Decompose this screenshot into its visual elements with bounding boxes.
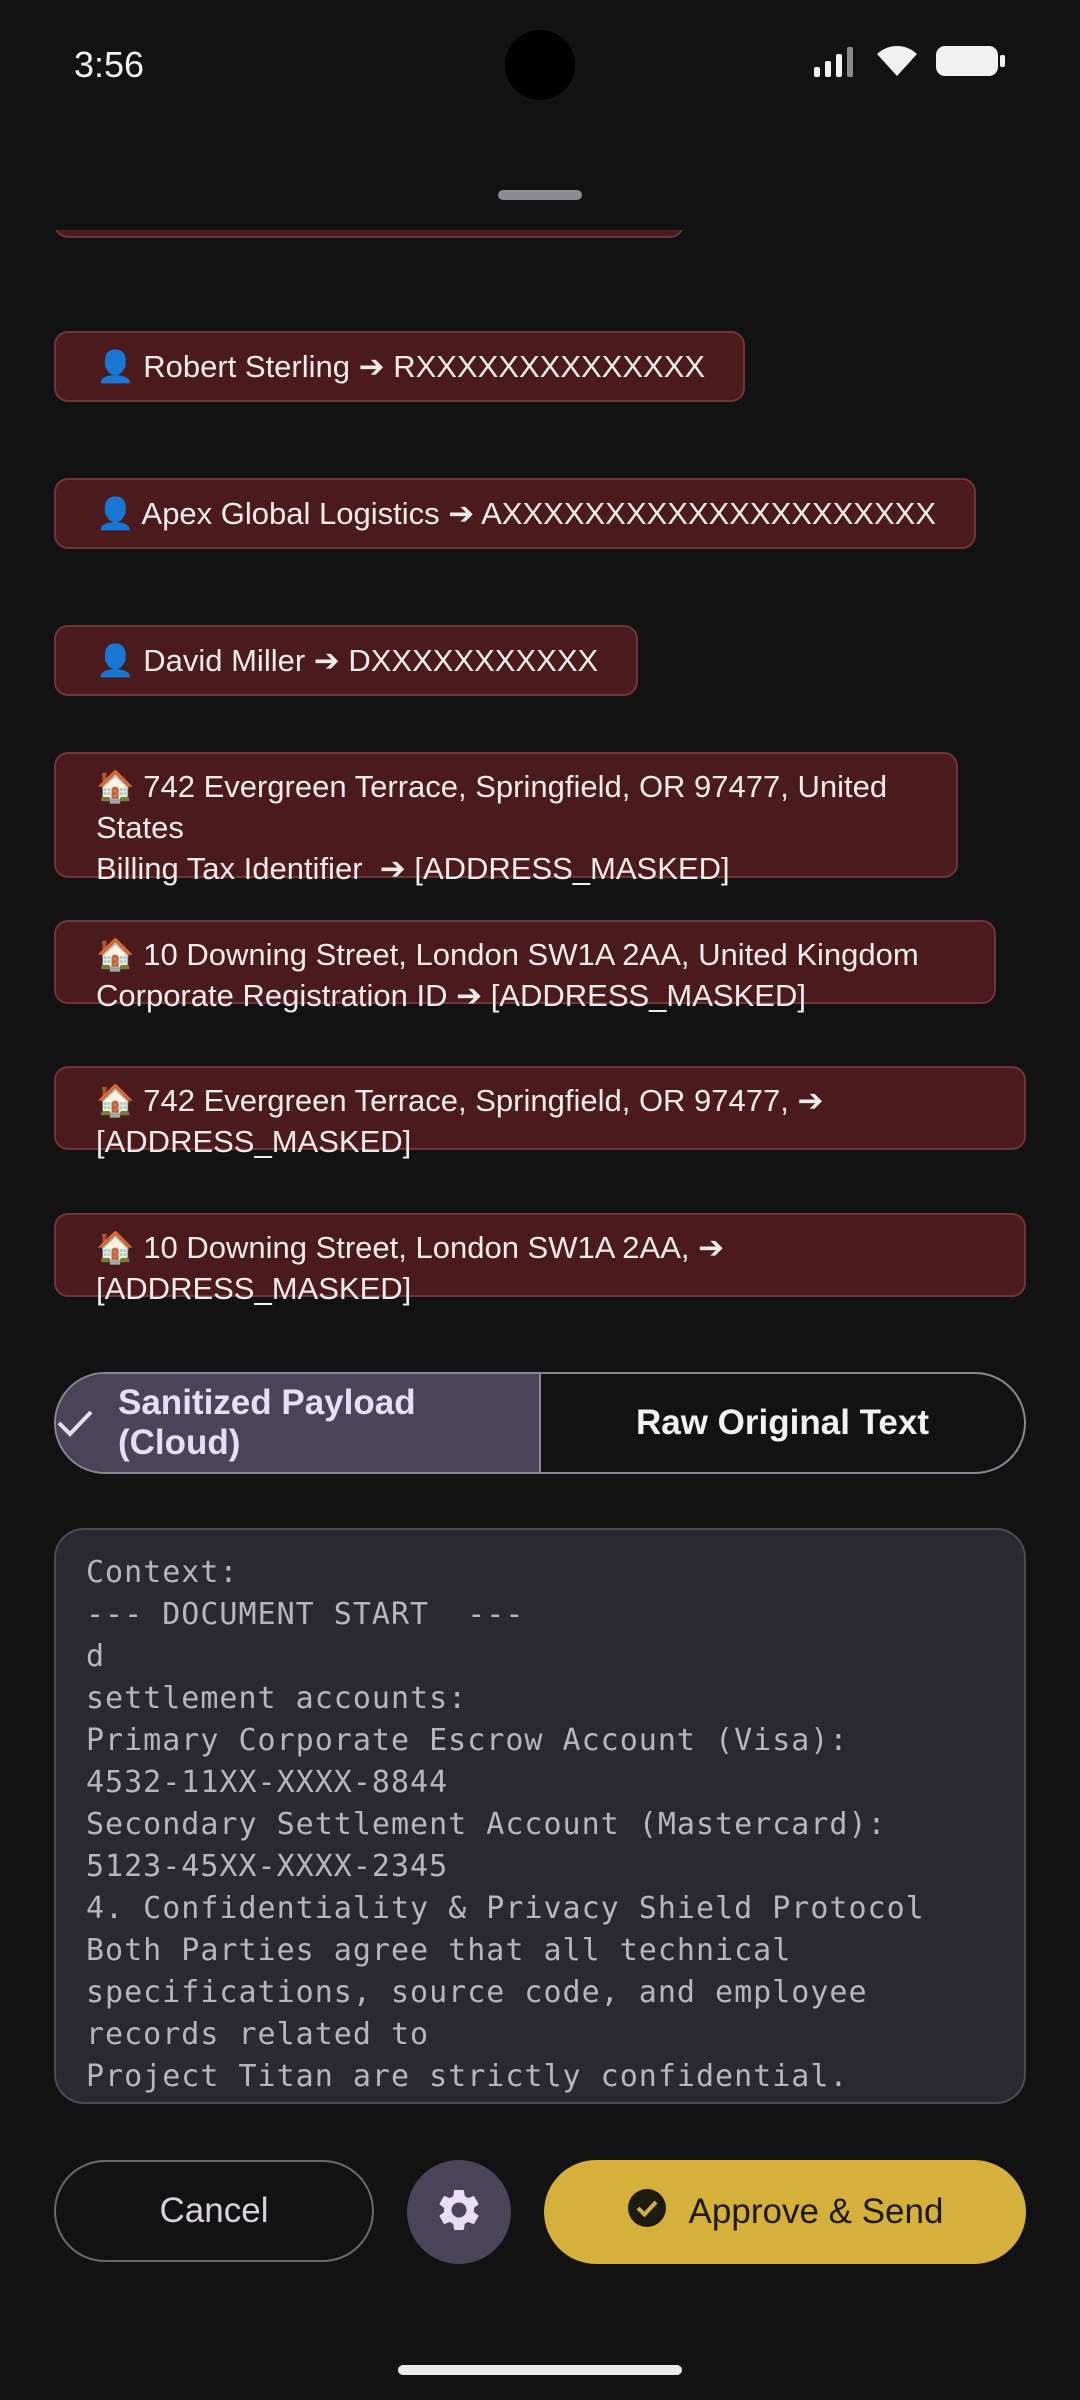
home-indicator[interactable] <box>398 2365 682 2375</box>
entity-chip: 🏠 742 Evergreen Terrace, Springfield, OR… <box>54 752 958 886</box>
entity-mapping: David Miller ➔ DXXXXXXXXXXX <box>143 643 599 678</box>
house-icon: 🏠 <box>96 1230 135 1265</box>
approve-label: Approve & Send <box>688 2192 944 2231</box>
entity-chip: 🏠 10 Downing Street, London SW1A 2AA, ➔ … <box>54 1213 1026 1306</box>
entity-chip: 👤 Robert Sterling ➔ RXXXXXXXXXXXXXX <box>54 331 746 402</box>
view-toggle[interactable]: Sanitized Payload (Cloud) Raw Original T… <box>54 1372 1026 1474</box>
signal-icon <box>814 45 858 82</box>
check-icon <box>56 1408 94 1438</box>
cancel-label: Cancel <box>159 2191 269 2230</box>
check-circle-icon <box>627 2188 667 2237</box>
person-icon: 👤 <box>96 349 135 384</box>
entity-mapping: 10 Downing Street, London SW1A 2AA, Unit… <box>96 937 919 1013</box>
house-icon: 🏠 <box>96 1083 135 1118</box>
person-icon: 👤 <box>96 496 135 531</box>
settings-button[interactable] <box>407 2160 511 2264</box>
entity-chip: 🏠 10 Downing Street, London SW1A 2AA, Un… <box>54 920 996 1013</box>
cancel-button[interactable]: Cancel <box>54 2160 374 2262</box>
status-time: 3:56 <box>74 44 145 85</box>
approve-send-button[interactable]: Approve & Send <box>544 2160 1026 2264</box>
sheet-drag-handle[interactable] <box>498 190 582 200</box>
camera-cutout <box>505 30 575 100</box>
entity-mapping: Apex Global Logistics ➔ AXXXXXXXXXXXXXXX… <box>141 496 936 531</box>
house-icon: 🏠 <box>96 769 135 804</box>
house-icon: 🏠 <box>96 937 135 972</box>
entity-chip: 👤 David Miller ➔ DXXXXXXXXXXX <box>54 625 639 696</box>
tab-label: Raw Original Text <box>635 1403 930 1442</box>
entity-chip: 🏠 742 Evergreen Terrace, Springfield, OR… <box>54 1066 1026 1159</box>
payload-text: Context: --- DOCUMENT START --- d settle… <box>86 1555 925 2094</box>
tab-raw-original[interactable]: Raw Original Text <box>541 1374 1024 1472</box>
tab-sanitized-payload[interactable]: Sanitized Payload (Cloud) <box>56 1374 541 1472</box>
battery-icon <box>936 44 1006 83</box>
entity-chip: 👤 Apex Global Logistics ➔ AXXXXXXXXXXXXX… <box>54 478 976 549</box>
gear-icon <box>434 2185 484 2240</box>
entity-mapping: 10 Downing Street, London SW1A 2AA, ➔ [A… <box>96 1230 725 1306</box>
person-icon: 👤 <box>96 643 135 678</box>
wifi-icon <box>876 44 918 83</box>
payload-preview[interactable]: Context: --- DOCUMENT START --- d settle… <box>54 1528 1026 2104</box>
status-icons <box>814 44 1006 83</box>
entity-chip-partial <box>54 230 684 238</box>
entity-mapping: Robert Sterling ➔ RXXXXXXXXXXXXXX <box>143 349 706 384</box>
entity-mapping: 742 Evergreen Terrace, Springfield, OR 9… <box>96 769 888 886</box>
tab-label: Sanitized Payload (Cloud) <box>118 1383 416 1462</box>
status-bar: 3:56 <box>0 0 1080 130</box>
masked-entities-list[interactable]: 👤 Robert Sterling ➔ RXXXXXXXXXXXXXX 👤 Ap… <box>0 230 1080 1320</box>
entity-mapping: 742 Evergreen Terrace, Springfield, OR 9… <box>96 1083 824 1159</box>
